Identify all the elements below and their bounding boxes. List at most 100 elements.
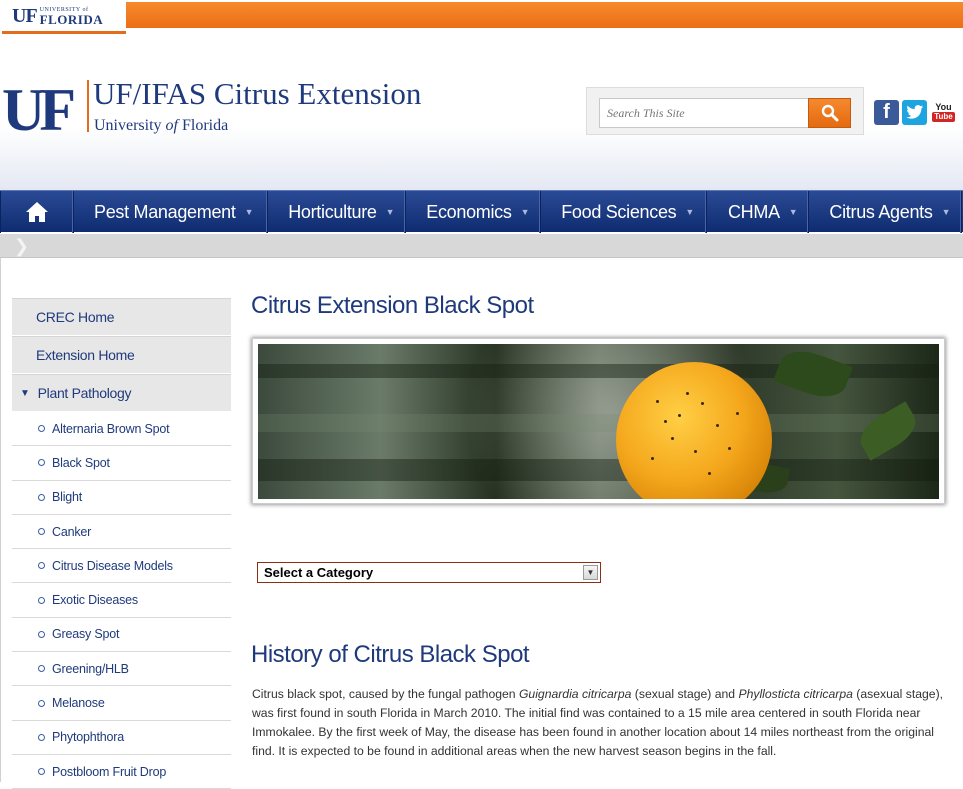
sidebar-item-plant-pathology[interactable]: ▼ Plant Pathology [12,374,231,412]
sidebar-subitem-label: Greasy Spot [52,627,120,642]
sidebar: CREC Home Extension Home ▼ Plant Patholog… [12,298,231,789]
chevron-down-icon: ▼ [520,207,530,217]
chevron-down-icon: ▼ [788,207,798,217]
subtitle-of: of [165,117,178,134]
black-spot-mark [701,402,704,405]
nav-economics[interactable]: Economics ▼ [405,191,541,233]
sidebar-subitem[interactable]: Greening/HLB [12,652,231,687]
nav-label: Food Sciences [561,201,677,222]
black-spot-mark [686,392,689,395]
bullet-icon [38,596,45,604]
pathogen-sexual-name: Guignardia citricarpa [518,687,632,701]
bullet-icon [38,665,45,673]
sidebar-item-crec-home[interactable]: CREC Home [12,298,231,336]
subtitle-pre: University [94,117,166,134]
sidebar-subitem-label: Canker [52,524,92,539]
nav-food-sciences[interactable]: Food Sciences ▼ [540,191,706,233]
sidebar-item-extension-home[interactable]: Extension Home [12,336,231,374]
leaf-shape [853,401,923,461]
category-select[interactable]: Select a Category ▼ [257,562,601,583]
sidebar-subitem-label: Citrus Disease Models [52,558,173,573]
sidebar-subitem[interactable]: Black Spot [12,446,231,481]
uf-badge-wordmark: UNIVERSITY of FLORIDA [40,7,103,26]
chevron-down-icon: ▼ [385,207,395,217]
sidebar-subitem[interactable]: Phytophthora [12,721,231,755]
sidebar-subitem[interactable]: Citrus Disease Models [12,549,231,584]
youtube-icon[interactable]: You Tube [931,100,956,125]
chevron-down-icon: ▼ [244,207,254,217]
bullet-icon [38,768,45,776]
nav-pest-management[interactable]: Pest Management ▼ [73,191,268,233]
sidebar-subitem[interactable]: Canker [12,515,231,550]
black-spot-mark [656,400,659,403]
breadcrumb: ❯ [0,234,963,258]
history-text-part: (sexual stage) and [631,687,739,701]
youtube-tube-text: Tube [932,112,955,122]
sidebar-subitem[interactable]: Postbloom Fruit Drop [12,755,231,789]
sidebar-subitem-label: Phytophthora [52,730,124,745]
sidebar-subitem[interactable]: Exotic Diseases [12,583,231,618]
top-orange-bar [126,2,963,28]
logo-divider [87,80,89,132]
sidebar-subitem-label: Black Spot [52,455,110,470]
black-spot-mark [671,437,674,440]
twitter-bird-glyph [905,105,923,119]
bullet-icon [38,459,45,467]
site-title[interactable]: UF/IFAS Citrus Extension [93,76,421,112]
search-icon [821,104,838,122]
black-spot-mark [694,450,697,453]
sidebar-item-label: Plant Pathology [37,385,132,401]
category-select-value: Select a Category [264,565,374,580]
content-area: CREC Home Extension Home ▼ Plant Patholog… [0,258,963,789]
nav-home[interactable] [0,191,73,233]
sidebar-item-label: Extension Home [36,347,135,363]
twitter-icon[interactable] [902,100,927,125]
chevron-down-icon: ▼ [685,207,694,217]
nav-label: Economics [426,201,512,222]
uf-badge-big-text: FLORIDA [39,12,104,27]
top-strip: UF UNIVERSITY of FLORIDA [0,0,963,34]
bullet-icon [38,733,45,741]
bullet-icon [38,425,45,433]
section-heading: History of Citrus Black Spot [251,641,530,668]
bullet-icon [38,630,45,638]
nav-label: Horticulture [288,201,377,222]
black-spot-mark [736,412,739,415]
black-spot-mark [716,424,719,427]
nav-citrus-agents[interactable]: Citrus Agents ▼ [808,191,962,233]
uf-badge-mark: UF [12,5,38,27]
sidebar-item-label: CREC Home [36,309,115,325]
bullet-icon [38,493,45,501]
chevron-down-icon[interactable]: ▼ [583,565,598,580]
site-subtitle: University of Florida [94,117,228,135]
hero-image-black-spot-orange [258,344,939,499]
hero-light-band [258,414,939,432]
nav-label: CHMA [727,201,780,222]
search-button[interactable] [808,98,851,128]
facebook-glyph: f [883,101,890,123]
search-input[interactable] [599,98,809,128]
sidebar-subitem-label: Exotic Diseases [52,593,138,608]
sidebar-subitem[interactable]: Alternaria Brown Spot [12,412,231,447]
sidebar-subitem-label: Alternaria Brown Spot [52,421,170,436]
sidebar-subitem[interactable]: Greasy Spot [12,618,231,653]
sidebar-subitem[interactable]: Blight [12,481,231,515]
triangle-down-icon: ▼ [20,387,30,399]
sidebar-subitem[interactable]: Melanose [12,686,231,721]
bullet-icon [38,528,45,536]
pathogen-asexual-name: Phyllosticta citricarpa [738,687,853,701]
uf-logo[interactable]: UF [2,80,76,140]
uf-badge-link[interactable]: UF UNIVERSITY of FLORIDA [2,2,126,34]
hero-shadow-band [258,459,939,481]
nav-horticulture[interactable]: Horticulture ▼ [267,191,406,233]
nav-chma[interactable]: CHMA ▼ [705,191,809,233]
nav-label: Citrus Agents [829,201,933,222]
black-spot-mark [651,457,654,460]
nav-label: Pest Management [94,201,236,222]
history-paragraph: Citrus black spot, caused by the fungal … [252,685,952,761]
subtitle-post: Florida [178,117,229,134]
chevron-down-icon: ▼ [941,207,951,217]
search-box [586,87,864,135]
facebook-icon[interactable]: f [874,100,899,125]
black-spot-mark [708,472,711,475]
